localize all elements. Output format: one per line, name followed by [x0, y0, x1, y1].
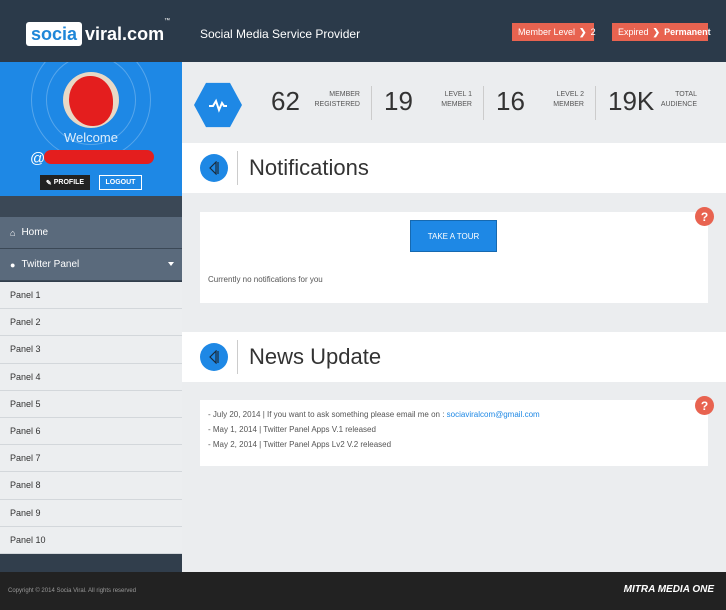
help-icon[interactable]: ?	[695, 207, 714, 226]
logo-trademark: ™	[164, 18, 171, 24]
stat-value: 19	[384, 86, 413, 116]
profile-card: Welcome @ ✎ PROFILE LOGOUT	[0, 62, 182, 196]
caret-down-icon	[168, 262, 174, 266]
username-handle: @	[30, 150, 46, 167]
sidebar-item-panel-1[interactable]: Panel 1	[0, 282, 182, 310]
sidebar-item-panel-2[interactable]: Panel 2	[0, 309, 182, 337]
site-logo[interactable]: socia viral.com ™	[26, 18, 171, 48]
comment-icon: ●	[10, 259, 16, 270]
sidebar-item-label: Home	[21, 227, 49, 238]
sidebar-item-label: Twitter Panel	[21, 259, 80, 270]
stats-bar: 62 MEMBER REGISTERED 19 LEVEL 1 MEMBER 1…	[182, 62, 726, 142]
tagline: Social Media Service Provider	[200, 27, 361, 41]
logout-button[interactable]: LOGOUT	[99, 175, 142, 190]
sidebar-item-panel-7[interactable]: Panel 7	[0, 445, 182, 473]
member-level-value: 2	[590, 27, 596, 37]
collapse-arrow-icon	[209, 161, 219, 175]
sidebar-item-home[interactable]: ⌂ Home	[0, 217, 182, 249]
logo-right: viral.com	[85, 24, 165, 44]
collapse-toggle[interactable]	[200, 343, 228, 371]
avatar-redaction	[69, 76, 113, 126]
stat-label-line: MEMBER	[329, 91, 360, 98]
help-icon[interactable]: ?	[695, 396, 714, 415]
news-item: - May 2, 2014 | Twitter Panel Apps Lv2 V…	[208, 440, 392, 449]
section-title: Notifications	[249, 155, 369, 180]
expired-badge[interactable]: Expired ❯ Permanent	[612, 23, 711, 41]
pulse-icon	[209, 98, 227, 113]
home-icon: ⌂	[10, 227, 16, 238]
news-item: - July 20, 2014 | If you want to ask som…	[208, 410, 540, 419]
chevron-right-icon: ❯	[652, 26, 661, 37]
take-a-tour-button[interactable]: TAKE A TOUR	[410, 220, 497, 252]
panel-submenu: Panel 1 Panel 2 Panel 3 Panel 4 Panel 5 …	[0, 282, 182, 554]
sidebar-divider	[0, 196, 182, 217]
sidebar-item-panel-9[interactable]: Panel 9	[0, 499, 182, 527]
welcome-text: Welcome	[64, 130, 118, 145]
sidebar-item-panel-6[interactable]: Panel 6	[0, 417, 182, 446]
footer-brand-logo: MITRA MEDIA ONE	[623, 584, 714, 595]
stat-label-line: MEMBER	[441, 101, 472, 108]
stats-hexagon	[194, 82, 242, 128]
sidebar-item-panel-5[interactable]: Panel 5	[0, 390, 182, 418]
stat-divider	[595, 86, 596, 120]
stat-label-line: LEVEL 1	[444, 91, 472, 98]
stat-label-line: TOTAL	[675, 91, 697, 98]
sidebar: Welcome @ ✎ PROFILE LOGOUT ⌂ Home ● Twit…	[0, 62, 182, 572]
stat-divider	[371, 86, 372, 120]
stat-label: MEMBER REGISTERED	[304, 90, 360, 110]
profile-button-label: PROFILE	[53, 179, 85, 186]
section-divider	[237, 151, 238, 185]
logout-button-label: LOGOUT	[105, 179, 136, 186]
sidebar-item-panel-8[interactable]: Panel 8	[0, 472, 182, 500]
stat-label-line: AUDIENCE	[660, 101, 697, 108]
member-level-badge[interactable]: Member Level ❯ 2	[512, 23, 596, 41]
stat-value: 62	[271, 86, 300, 116]
stat-value: 19K	[608, 86, 655, 116]
section-divider	[237, 340, 238, 374]
chevron-right-icon: ❯	[579, 26, 587, 37]
news-item: - May 1, 2014 | Twitter Panel Apps V.1 r…	[208, 425, 376, 434]
stat-label-line: REGISTERED	[314, 101, 360, 108]
avatar[interactable]	[63, 72, 119, 128]
news-item-text: - July 20, 2014 | If you want to ask som…	[208, 410, 447, 419]
collapse-arrow-icon	[209, 350, 219, 364]
sidebar-item-panel-4[interactable]: Panel 4	[0, 363, 182, 391]
footer: Copyright © 2014 Socia Viral. All rights…	[0, 572, 726, 610]
stat-divider	[483, 86, 484, 120]
sidebar-item-panel-10[interactable]: Panel 10	[0, 526, 182, 554]
top-bar: socia viral.com ™ Social Media Service P…	[0, 0, 726, 62]
logo-left: socia	[26, 22, 83, 46]
stat-label-line: LEVEL 2	[556, 91, 584, 98]
copyright-text: Copyright © 2014 Socia Viral. All rights…	[8, 588, 137, 594]
expired-value: Permanent	[664, 27, 711, 37]
sidebar-item-twitter-panel[interactable]: ● Twitter Panel	[0, 249, 182, 281]
stat-label-line: MEMBER	[553, 101, 584, 108]
stat-label: LEVEL 1 MEMBER	[427, 90, 472, 110]
profile-button[interactable]: ✎ PROFILE	[40, 175, 90, 190]
collapse-toggle[interactable]	[200, 154, 228, 182]
email-link[interactable]: sociaviralcom@gmail.com	[447, 410, 540, 419]
notifications-card: TAKE A TOUR Currently no notifications f…	[200, 212, 708, 303]
notifications-header: Notifications	[182, 143, 726, 193]
stat-value: 16	[496, 86, 525, 116]
edit-icon: ✎	[45, 179, 52, 187]
news-card: - July 20, 2014 | If you want to ask som…	[200, 400, 708, 466]
news-header: News Update	[182, 332, 726, 382]
expired-label: Expired	[618, 27, 649, 37]
sidebar-item-panel-3[interactable]: Panel 3	[0, 336, 182, 364]
stat-label: TOTAL AUDIENCE	[654, 90, 697, 110]
stat-label: LEVEL 2 MEMBER	[539, 90, 584, 110]
section-title: News Update	[249, 344, 382, 369]
member-level-label: Member Level	[518, 27, 576, 37]
username-redaction	[44, 150, 154, 164]
notifications-empty-text: Currently no notifications for you	[208, 275, 323, 284]
